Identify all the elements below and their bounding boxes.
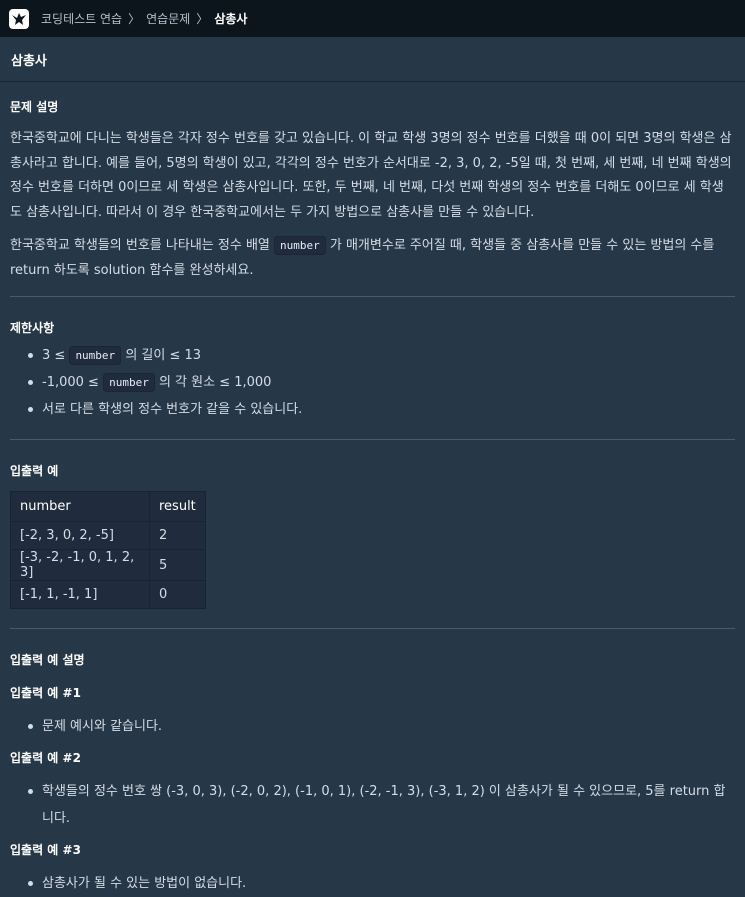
column-header-result: result bbox=[149, 491, 206, 522]
example-1-title: 입출력 예 #1 bbox=[10, 686, 81, 700]
constraint-item: -1,000 ≤ number 의 각 원소 ≤ 1,000 bbox=[24, 369, 735, 396]
description-paragraph-1: 한국중학교에 다니는 학생들은 각자 정수 번호를 갖고 있습니다. 이 학교 … bbox=[10, 131, 732, 220]
explanation-heading: 입출력 예 설명 bbox=[10, 653, 85, 667]
breadcrumb-practice[interactable]: 연습문제 bbox=[146, 10, 190, 27]
table-cell: [-1, 1, -1, 1] bbox=[10, 580, 150, 609]
page-title: 삼총사 bbox=[11, 53, 47, 69]
table-row: [-2, 3, 0, 2, -5] 2 bbox=[10, 521, 206, 550]
examples-table: number result [-2, 3, 0, 2, -5] 2 [-3, -… bbox=[10, 491, 206, 609]
table-cell: [-3, -2, -1, 0, 1, 2, 3] bbox=[10, 549, 150, 581]
problem-title-bar: 삼총사 bbox=[0, 37, 745, 82]
description-paragraph-2: 한국중학교 학생들의 번호를 나타내는 정수 배열 number 가 매개변수로… bbox=[10, 236, 715, 278]
example-2-title: 입출력 예 #2 bbox=[10, 751, 81, 765]
example-1-list: 문제 예시와 같습니다. bbox=[10, 713, 735, 740]
list-item: 문제 예시와 같습니다. bbox=[24, 713, 735, 740]
table-header-row: number result bbox=[10, 491, 206, 522]
table-cell: 5 bbox=[149, 549, 206, 581]
programmers-logo-icon[interactable] bbox=[9, 8, 29, 29]
breadcrumb-coding-test[interactable]: 코딩테스트 연습 bbox=[41, 10, 122, 27]
problem-content: 문제 설명 한국중학교에 다니는 학생들은 각자 정수 번호를 갖고 있습니다.… bbox=[0, 82, 745, 897]
list-item: 학생들의 정수 번호 쌍 (-3, 0, 3), (-2, 0, 2), (-1… bbox=[24, 778, 735, 832]
example-3-title: 입출력 예 #3 bbox=[10, 843, 81, 857]
inline-code: number bbox=[69, 346, 122, 365]
constraints-heading: 제한사항 bbox=[10, 321, 55, 335]
top-navigation-bar: 코딩테스트 연습 〉 연습문제 〉 삼총사 bbox=[0, 0, 745, 37]
inline-code: number bbox=[103, 373, 155, 392]
constraints-list: 3 ≤ number 의 길이 ≤ 13 -1,000 ≤ number 의 각… bbox=[10, 342, 735, 423]
description-heading: 문제 설명 bbox=[10, 100, 59, 114]
table-row: [-3, -2, -1, 0, 1, 2, 3] 5 bbox=[10, 549, 206, 581]
constraint-item: 3 ≤ number 의 길이 ≤ 13 bbox=[24, 342, 735, 369]
list-item: 삼총사가 될 수 있는 방법이 없습니다. bbox=[24, 870, 735, 897]
examples-heading: 입출력 예 bbox=[10, 464, 59, 478]
table-cell: 2 bbox=[149, 521, 206, 550]
table-cell: [-2, 3, 0, 2, -5] bbox=[10, 521, 150, 550]
example-2-list: 학생들의 정수 번호 쌍 (-3, 0, 3), (-2, 0, 2), (-1… bbox=[10, 778, 735, 832]
example-3-list: 삼총사가 될 수 있는 방법이 없습니다. bbox=[10, 870, 735, 897]
breadcrumb-separator-icon: 〉 bbox=[196, 12, 209, 26]
inline-code: number bbox=[274, 236, 326, 255]
constraint-item: 서로 다른 학생의 정수 번호가 같을 수 있습니다. bbox=[24, 396, 735, 423]
breadcrumb-current: 삼총사 bbox=[214, 12, 248, 26]
breadcrumb-separator-icon: 〉 bbox=[128, 12, 141, 26]
table-cell: 0 bbox=[149, 580, 206, 609]
column-header-number: number bbox=[10, 491, 150, 522]
table-row: [-1, 1, -1, 1] 0 bbox=[10, 580, 206, 609]
